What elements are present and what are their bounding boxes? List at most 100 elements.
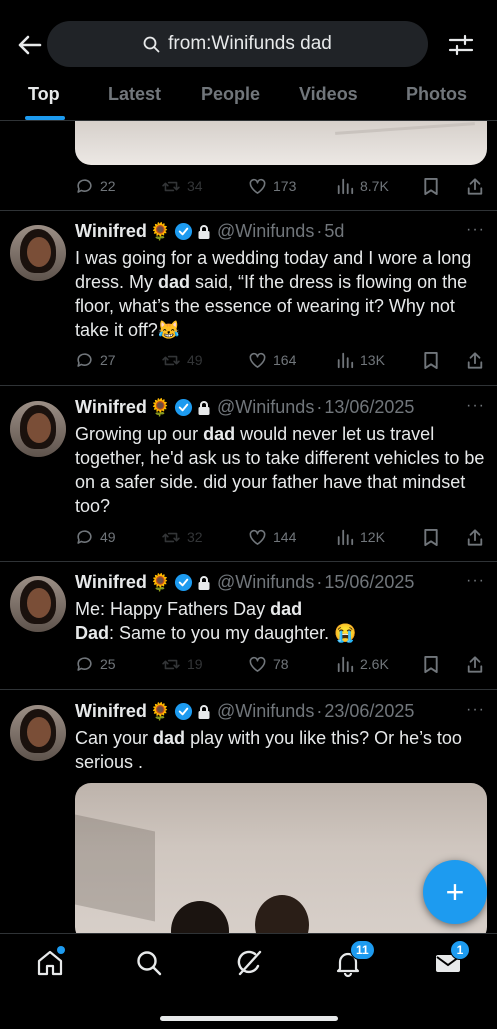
repost-icon (162, 532, 180, 542)
verified-badge-icon (174, 573, 193, 592)
notifications-badge: 11 (350, 940, 375, 960)
verified-badge-icon (174, 398, 193, 417)
bookmark-icon (424, 528, 438, 546)
like-count: 173 (273, 178, 297, 194)
views-button[interactable]: 12K (336, 528, 385, 546)
handle[interactable]: @Winifunds (217, 701, 314, 722)
bookmark-button[interactable] (423, 655, 439, 674)
tweet-header: Winifred 🌻 @Winifunds · 23/06/2025 (75, 701, 415, 722)
nav-explore[interactable] (134, 948, 164, 978)
share-icon (467, 655, 483, 673)
search-filter-button[interactable] (446, 30, 476, 60)
display-name[interactable]: Winifred (75, 397, 147, 418)
display-name[interactable]: Winifred (75, 221, 147, 242)
tweet-video-media[interactable] (75, 783, 487, 933)
bookmark-button[interactable] (423, 351, 439, 370)
timestamp[interactable]: 23/06/2025 (324, 701, 414, 722)
reply-button[interactable]: 22 (75, 177, 116, 196)
nav-messages[interactable]: 1 (433, 940, 470, 978)
search-results-feed[interactable]: 22 34 173 8.7K Winifred 🌻 @Winifunds · 5… (0, 121, 497, 933)
tweet-media-image[interactable] (75, 121, 487, 165)
timestamp[interactable]: 13/06/2025 (324, 397, 414, 418)
like-count: 144 (273, 529, 297, 545)
search-tabs: Top Latest People Videos Photos (0, 78, 497, 121)
like-button[interactable]: 144 (248, 528, 296, 546)
filter-icon (448, 34, 474, 56)
tab-photos[interactable]: Photos (406, 84, 467, 105)
nav-grok[interactable] (234, 948, 264, 978)
bookmark-button[interactable] (423, 177, 439, 196)
repost-button[interactable]: 32 (161, 528, 203, 547)
reply-icon (77, 352, 92, 367)
nav-home[interactable] (35, 946, 65, 978)
tab-top[interactable]: Top (28, 84, 60, 105)
more-icon[interactable]: ··· (466, 397, 485, 415)
timestamp[interactable]: 15/06/2025 (324, 572, 414, 593)
reply-button[interactable]: 25 (75, 655, 116, 674)
display-name[interactable]: Winifred (75, 701, 147, 722)
display-name-emoji: 🌻 (149, 572, 172, 592)
handle[interactable]: @Winifunds (217, 572, 314, 593)
lock-icon (198, 400, 210, 415)
like-count: 164 (273, 352, 297, 368)
views-button[interactable]: 8.7K (336, 177, 389, 195)
bottom-navigation: 11 1 (0, 933, 497, 1029)
tweet-header: Winifred 🌻 @Winifunds · 15/06/2025 (75, 572, 415, 593)
timestamp[interactable]: 5d (324, 221, 344, 242)
more-icon[interactable]: ··· (466, 701, 485, 719)
handle[interactable]: @Winifunds (217, 221, 314, 242)
repost-button[interactable]: 34 (161, 177, 203, 196)
like-icon (249, 352, 266, 368)
handle[interactable]: @Winifunds (217, 397, 314, 418)
search-icon (143, 36, 160, 52)
more-icon[interactable]: ··· (466, 221, 485, 239)
home-indicator-bar (160, 1016, 338, 1021)
repost-icon (162, 659, 180, 669)
back-button[interactable] (14, 30, 44, 60)
views-button[interactable]: 13K (336, 351, 385, 369)
share-button[interactable] (466, 528, 484, 547)
like-button[interactable]: 164 (248, 351, 296, 369)
tweet-actions: 27 49 164 13K (75, 348, 487, 372)
more-icon[interactable]: ··· (466, 572, 485, 590)
views-count: 13K (360, 352, 385, 368)
reply-icon (77, 178, 92, 193)
bookmark-icon (424, 655, 438, 673)
tab-latest[interactable]: Latest (108, 84, 161, 105)
reply-count: 49 (100, 529, 116, 545)
lock-icon (198, 224, 210, 239)
share-button[interactable] (466, 351, 484, 370)
reply-button[interactable]: 49 (75, 528, 116, 547)
tweet-text: I was going for a wedding today and I wo… (75, 248, 472, 340)
reply-button[interactable]: 27 (75, 351, 116, 370)
repost-count: 34 (187, 178, 203, 194)
tweet-header: Winifred 🌻 @Winifunds · 5d (75, 221, 345, 242)
repost-button[interactable]: 49 (161, 351, 203, 370)
avatar[interactable] (10, 401, 66, 457)
like-button[interactable]: 173 (248, 177, 296, 195)
avatar[interactable] (10, 576, 66, 632)
nav-notifications[interactable]: 11 (333, 940, 375, 978)
views-icon (337, 352, 354, 369)
compose-button[interactable]: + (423, 860, 487, 924)
verified-badge-icon (174, 702, 193, 721)
search-query: from:Winifunds dad (168, 33, 332, 54)
display-name[interactable]: Winifred (75, 572, 147, 593)
tab-people[interactable]: People (201, 84, 260, 105)
share-button[interactable] (466, 655, 484, 674)
avatar[interactable] (10, 705, 66, 761)
bookmark-icon (424, 351, 438, 369)
share-button[interactable] (466, 177, 484, 196)
avatar[interactable] (10, 225, 66, 281)
views-button[interactable]: 2.6K (336, 655, 389, 673)
lock-icon (198, 575, 210, 590)
repost-button[interactable]: 19 (161, 655, 203, 674)
bookmark-button[interactable] (423, 528, 439, 547)
tab-videos[interactable]: Videos (299, 84, 358, 105)
reply-count: 27 (100, 352, 116, 368)
reply-count: 25 (100, 656, 116, 672)
like-button[interactable]: 78 (248, 655, 289, 673)
search-input[interactable]: from:Winifunds dad (47, 21, 428, 67)
bookmark-icon (424, 177, 438, 195)
like-count: 78 (273, 656, 289, 672)
